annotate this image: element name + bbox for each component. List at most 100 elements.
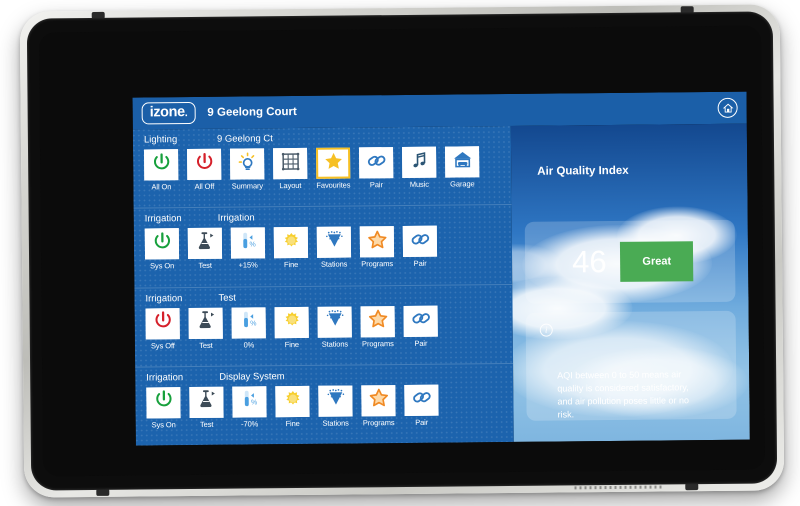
- tile-test[interactable]: Test: [188, 307, 223, 349]
- tile-group: Sys Off Test % 0% Fine Stations Programs P…: [145, 304, 513, 350]
- tile-all-off[interactable]: All Off: [187, 148, 222, 191]
- aqi-info-text: AQI between 0 to 50 means air quality is…: [557, 369, 690, 420]
- tile-programs[interactable]: Programs: [360, 305, 395, 348]
- tile-box[interactable]: [230, 148, 265, 180]
- tile-programs[interactable]: Programs: [361, 384, 396, 427]
- izone-logo-text: izone: [149, 104, 185, 121]
- test-tube-percent-icon: %: [238, 309, 259, 335]
- device-row-heading: Irrigation Irrigation: [145, 210, 512, 226]
- svg-text:%: %: [250, 321, 256, 328]
- power-icon: [151, 231, 172, 257]
- izone-logo: izone.: [141, 102, 196, 125]
- tile-box[interactable]: [188, 307, 223, 339]
- tile-label: -70%: [241, 419, 259, 429]
- tile-fine[interactable]: Fine: [274, 306, 309, 349]
- star-outline-icon: [368, 387, 389, 413]
- tile-test[interactable]: Test: [189, 386, 224, 429]
- tile-box[interactable]: [317, 305, 352, 338]
- tile-box[interactable]: [189, 386, 224, 418]
- tile-label: Test: [198, 261, 212, 271]
- grid-icon: [280, 150, 301, 176]
- device-row: Irrigation Irrigation Sys On Test % +15% F…: [133, 205, 513, 289]
- tile-box[interactable]: [402, 146, 437, 178]
- tile-label: Fine: [283, 260, 299, 270]
- info-icon[interactable]: i: [539, 323, 553, 337]
- tile-box[interactable]: [316, 226, 352, 259]
- home-button[interactable]: [717, 97, 738, 118]
- tile-box[interactable]: [359, 147, 394, 179]
- tile-label: +15%: [238, 260, 258, 270]
- star-icon: [323, 150, 344, 176]
- tile-stations[interactable]: Stations: [318, 385, 353, 428]
- tile-15[interactable]: % +15%: [230, 227, 266, 270]
- tile-box[interactable]: [273, 147, 308, 180]
- tile-favourites[interactable]: Favourites: [316, 147, 351, 190]
- tile-fine[interactable]: Fine: [273, 227, 309, 270]
- tile-all-on[interactable]: All On: [144, 149, 179, 191]
- tile-0[interactable]: % 0%: [231, 306, 266, 349]
- home-icon: [722, 103, 733, 113]
- tile-box[interactable]: [404, 384, 439, 416]
- tile-test[interactable]: Test: [187, 227, 223, 271]
- sun-icon: [280, 230, 301, 256]
- device-row: Irrigation Display System Sys On Test % -7…: [135, 364, 514, 446]
- tile-pair[interactable]: Pair: [404, 384, 439, 427]
- tile-programs[interactable]: Programs: [359, 226, 395, 269]
- tile-box[interactable]: %: [231, 306, 266, 339]
- music-note-icon: [409, 149, 430, 175]
- tile-music[interactable]: Music: [402, 146, 437, 189]
- svg-text:%: %: [249, 241, 255, 248]
- tile-summary[interactable]: Summary: [230, 148, 265, 191]
- tile-layout[interactable]: Layout: [273, 147, 308, 191]
- flask-play-icon: [196, 389, 217, 415]
- tile-label: Fine: [284, 339, 300, 349]
- tablet-bezel: izone. 9 Geelong Court Lighting 9 Geelong…: [26, 11, 778, 491]
- tile-label: Stations: [321, 339, 349, 349]
- svg-text:%: %: [250, 400, 256, 407]
- tile-box[interactable]: [402, 225, 438, 258]
- tile-box[interactable]: [318, 385, 353, 417]
- page-title: 9 Geelong Court: [207, 106, 297, 119]
- tile-box[interactable]: [144, 228, 180, 260]
- tile-box[interactable]: [359, 226, 395, 258]
- tile-sys-off[interactable]: Sys Off: [145, 307, 180, 350]
- tile-stations[interactable]: Stations: [316, 226, 352, 269]
- tile-box[interactable]: [145, 307, 180, 339]
- tile-garage[interactable]: Garage: [444, 146, 480, 189]
- tile-box[interactable]: [187, 148, 222, 181]
- tile-box[interactable]: %: [230, 227, 266, 259]
- tile-pair[interactable]: Pair: [402, 225, 438, 269]
- tile-box[interactable]: [316, 147, 351, 179]
- tile-box[interactable]: [187, 227, 223, 260]
- tile-box[interactable]: [146, 386, 181, 419]
- device-row: Lighting 9 Geelong Ct All On All Off Summ…: [132, 125, 512, 209]
- izone-app: izone. 9 Geelong Court Lighting 9 Geelong…: [132, 91, 750, 446]
- sprinkler-icon: [325, 388, 346, 414]
- tile-label: Pair: [413, 259, 427, 269]
- device-row-heading: Lighting 9 Geelong Ct: [144, 131, 511, 147]
- tile-label: Layout: [279, 180, 302, 191]
- tile-box[interactable]: [361, 384, 396, 417]
- tile-box[interactable]: [275, 385, 310, 417]
- tile-box[interactable]: [403, 305, 438, 337]
- tile-sys-on[interactable]: Sys On: [144, 228, 180, 271]
- tile-group: Sys On Test % -70% Fine Stations Programs …: [146, 384, 513, 430]
- tile-stations[interactable]: Stations: [317, 305, 352, 349]
- device-row-name: Test: [218, 292, 236, 304]
- tile-70[interactable]: % -70%: [232, 386, 267, 429]
- tile-pair[interactable]: Pair: [359, 147, 394, 189]
- tile-sys-on[interactable]: Sys On: [146, 386, 181, 429]
- tile-box[interactable]: %: [232, 386, 267, 418]
- tile-box[interactable]: [444, 146, 480, 178]
- tile-pair[interactable]: Pair: [403, 305, 438, 347]
- tile-fine[interactable]: Fine: [275, 385, 310, 428]
- sprinkler-icon: [323, 229, 344, 255]
- link-icon: [410, 308, 431, 334]
- link-icon: [366, 150, 387, 176]
- tile-box[interactable]: [273, 227, 309, 259]
- tile-box[interactable]: [144, 149, 179, 181]
- tile-box[interactable]: [274, 306, 309, 338]
- device-row-name: Display System: [219, 370, 285, 383]
- device-rows-panel: Lighting 9 Geelong Ct All On All Off Summ…: [132, 125, 514, 446]
- tile-box[interactable]: [360, 305, 395, 337]
